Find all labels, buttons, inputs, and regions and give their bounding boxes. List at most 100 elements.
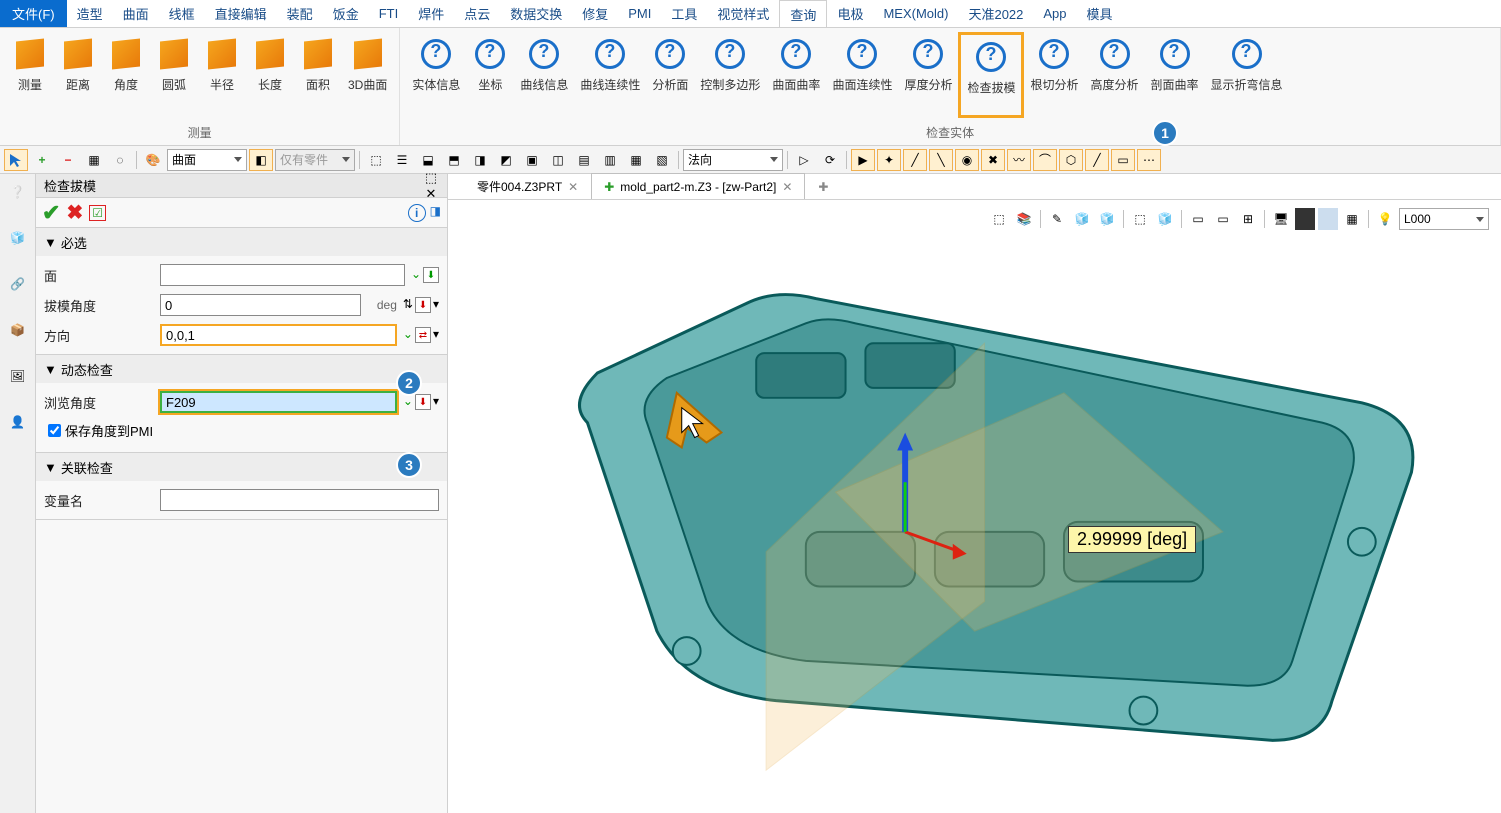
ribbon-undercut[interactable]: 根切分析 <box>1024 32 1084 118</box>
menu-item[interactable]: PMI <box>618 0 661 27</box>
ribbon-area[interactable]: 面积 <box>294 32 342 118</box>
tb-btn[interactable]: ◨ <box>468 149 492 171</box>
ribbon-distance[interactable]: 距离 <box>54 32 102 118</box>
vt-btn[interactable]: 💡 <box>1374 208 1396 230</box>
pick-icon[interactable]: ⌄ <box>403 327 413 343</box>
ribbon-surf-cont[interactable]: 曲面连续性 <box>826 32 898 118</box>
menu-item[interactable]: 工具 <box>661 0 707 27</box>
color-button[interactable]: 🎨 <box>141 149 165 171</box>
spinner-icon[interactable]: ⇅ <box>403 297 413 313</box>
close-icon[interactable]: ✕ <box>568 180 578 194</box>
ok-button[interactable]: ✔ <box>42 200 60 226</box>
info-button[interactable]: i <box>408 204 426 222</box>
section-header[interactable]: ▼必选 <box>36 228 447 256</box>
select-arrow-button[interactable] <box>4 149 28 171</box>
vt-btn[interactable]: 🧊 <box>1071 208 1093 230</box>
tb-btn[interactable]: ▷ <box>792 149 816 171</box>
expand-button[interactable]: ◨ <box>430 204 441 222</box>
tb-btn[interactable]: ✖ <box>981 149 1005 171</box>
input-browse-angle[interactable] <box>160 391 397 413</box>
tb-btn[interactable]: ⬚ <box>364 149 388 171</box>
menu-item[interactable]: 饭金 <box>323 0 369 27</box>
menu-item[interactable]: 线框 <box>159 0 205 27</box>
ribbon-angle[interactable]: 角度 <box>102 32 150 118</box>
tb-btn[interactable]: ▶ <box>851 149 875 171</box>
tb-btn[interactable]: ◫ <box>546 149 570 171</box>
menu-item[interactable]: 点云 <box>454 0 500 27</box>
tb-btn[interactable]: ⟳ <box>818 149 842 171</box>
tb-btn[interactable]: ╲ <box>929 149 953 171</box>
ribbon-height[interactable]: 高度分析 <box>1085 32 1145 118</box>
tb-btn[interactable]: ✦ <box>877 149 901 171</box>
remove-button[interactable]: − <box>56 149 80 171</box>
pick-icon[interactable]: ⌄ <box>411 267 421 283</box>
vt-btn[interactable]: ▦ <box>1341 208 1363 230</box>
tb-btn[interactable]: ╱ <box>903 149 927 171</box>
ribbon-curve-info[interactable]: 曲线信息 <box>514 32 574 118</box>
ribbon-curve-cont[interactable]: 曲线连续性 <box>574 32 646 118</box>
more-icon[interactable]: ▾ <box>433 297 439 313</box>
tb-btn[interactable]: ◩ <box>494 149 518 171</box>
sel-icon[interactable]: ⬇ <box>415 297 431 313</box>
vt-btn[interactable]: 🖥 <box>1270 208 1292 230</box>
vt-btn[interactable]: 🧊 <box>1154 208 1176 230</box>
ribbon-radius[interactable]: 半径 <box>198 32 246 118</box>
vt-btn[interactable] <box>1295 208 1315 230</box>
side-tab-assembly[interactable]: 🔗 <box>4 270 32 298</box>
ribbon-thickness[interactable]: 厚度分析 <box>898 32 958 118</box>
menu-file[interactable]: 文件(F) <box>0 0 67 27</box>
menu-item[interactable]: MEX(Mold) <box>873 0 958 27</box>
panel-collapse-button[interactable]: ⬚ <box>423 170 439 186</box>
side-tab-help[interactable]: ❔ <box>4 178 32 206</box>
tb-btn[interactable]: ▤ <box>572 149 596 171</box>
ribbon-arc[interactable]: 圆弧 <box>150 32 198 118</box>
side-tab-user[interactable]: 👤 <box>4 408 32 436</box>
close-icon[interactable]: ✕ <box>782 180 792 194</box>
menu-item[interactable]: 造型 <box>67 0 113 27</box>
sel-icon[interactable]: ⬇ <box>415 394 431 410</box>
cube-button[interactable]: ◧ <box>249 149 273 171</box>
tb-btn[interactable]: ⬓ <box>416 149 440 171</box>
vt-btn[interactable]: 📚 <box>1013 208 1035 230</box>
vt-btn[interactable]: ▭ <box>1212 208 1234 230</box>
ribbon-length[interactable]: 长度 <box>246 32 294 118</box>
doc-tab-2[interactable]: ✚mold_part2-m.Z3 - [zw-Part2]✕ <box>591 173 805 199</box>
menu-item[interactable]: 视觉样式 <box>707 0 779 27</box>
menu-item[interactable]: App <box>1033 0 1076 27</box>
normal-combo[interactable]: 法向 <box>683 149 783 171</box>
ribbon-analysis-face[interactable]: 分析面 <box>646 32 694 118</box>
ribbon-bend-info[interactable]: 显示折弯信息 <box>1205 32 1289 118</box>
section-header[interactable]: ▼动态检查 <box>36 355 447 383</box>
side-tab-box[interactable]: 📦 <box>4 316 32 344</box>
tb-btn[interactable]: ▥ <box>598 149 622 171</box>
side-tab-tree[interactable]: 🧊 <box>4 224 32 252</box>
ribbon-draft-check[interactable]: 检查拔模 <box>958 32 1024 118</box>
menu-item[interactable]: 直接编辑 <box>205 0 277 27</box>
more-icon[interactable]: ▾ <box>433 327 439 343</box>
vt-btn[interactable]: ▭ <box>1187 208 1209 230</box>
tb-btn[interactable]: ▦ <box>624 149 648 171</box>
tb-btn[interactable]: ▧ <box>650 149 674 171</box>
vt-btn[interactable]: ⬚ <box>1129 208 1151 230</box>
vt-btn[interactable]: ⬚ <box>988 208 1010 230</box>
input-draft-angle[interactable] <box>160 294 361 316</box>
tb-btn[interactable]: ◉ <box>955 149 979 171</box>
viewport[interactable]: 零件004.Z3PRT✕ ✚mold_part2-m.Z3 - [zw-Part… <box>448 174 1501 813</box>
menu-item[interactable]: 模具 <box>1077 0 1123 27</box>
apply-button[interactable]: ☑ <box>89 205 106 221</box>
add-button[interactable]: + <box>30 149 54 171</box>
tb-btn[interactable]: ▣ <box>520 149 544 171</box>
more-icon[interactable]: ▾ <box>433 394 439 410</box>
tb-btn[interactable]: ⬡ <box>1059 149 1083 171</box>
menu-item[interactable]: 装配 <box>277 0 323 27</box>
vt-btn[interactable]: ⊞ <box>1237 208 1259 230</box>
input-direction[interactable] <box>160 324 397 346</box>
sel-icon[interactable]: ⬇ <box>423 267 439 283</box>
ribbon-surf-curv[interactable]: 曲面曲率 <box>766 32 826 118</box>
checkbox-save-pmi[interactable]: 保存角度到PMI <box>44 417 439 448</box>
menu-item[interactable]: FTI <box>369 0 409 27</box>
tb-btn[interactable]: ▭ <box>1111 149 1135 171</box>
menu-item[interactable]: 天准2022 <box>958 0 1033 27</box>
model-view[interactable] <box>508 234 1481 810</box>
ribbon-3dsurf[interactable]: 3D曲面 <box>342 32 393 118</box>
